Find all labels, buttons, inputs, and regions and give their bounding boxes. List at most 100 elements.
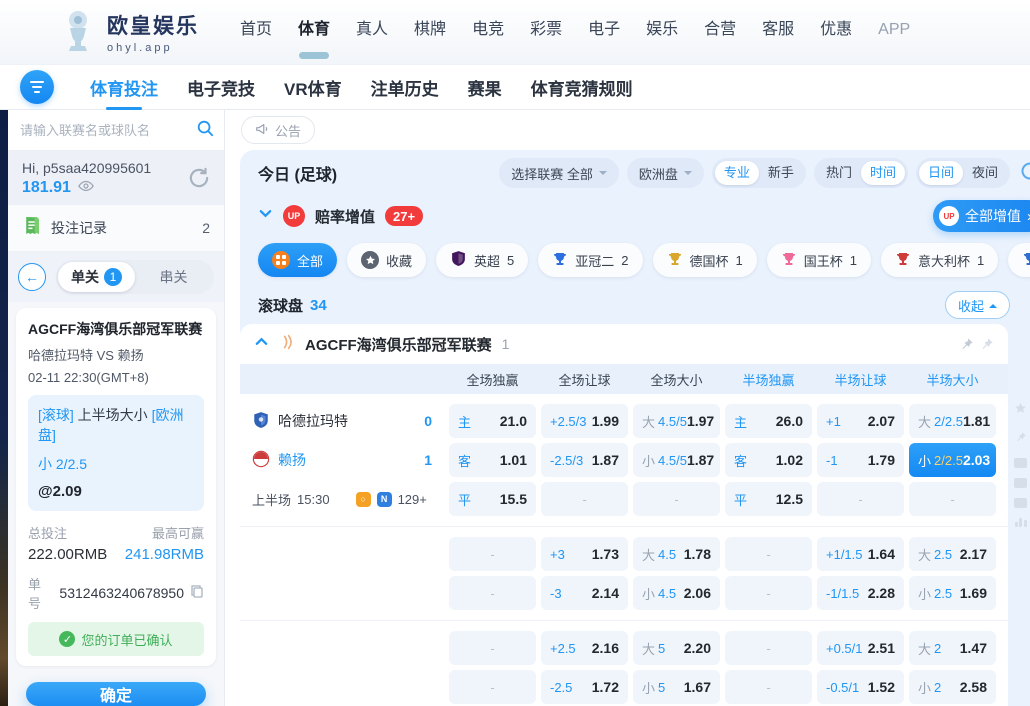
odds-cell-empty[interactable]: - [725,631,812,665]
odds-cell-empty[interactable]: - [909,482,996,516]
odds-type-dropdown[interactable]: 欧洲盘 [627,158,704,188]
odds-cell[interactable]: 小4.5/51.87 [633,443,720,477]
topnav-item-彩票[interactable]: 彩票 [517,0,575,64]
confirm-button[interactable]: 确定 [26,682,206,706]
collapse-button[interactable]: 收起 [945,291,1010,319]
topnav-item-棋牌[interactable]: 棋牌 [401,0,459,64]
odds-cell-empty[interactable]: - [541,482,628,516]
subnav-tab-体育竞猜规则[interactable]: 体育竞猜规则 [531,75,633,100]
topnav-item-客服[interactable]: 客服 [749,0,807,64]
odds-cell[interactable]: 大4.5/51.97 [633,404,720,438]
subnav-tab-注单历史[interactable]: 注单历史 [371,75,439,100]
odds-cell[interactable]: +31.73 [541,537,628,571]
odds-cell[interactable]: 小22.58 [909,670,996,704]
chevron-down-icon[interactable] [258,206,273,226]
odds-cell-empty[interactable]: - [725,537,812,571]
stats-bars-icon[interactable] [1015,518,1027,527]
odds-cell[interactable]: -32.14 [541,576,628,610]
odds-cell[interactable]: 平15.5 [449,482,536,516]
odds-cell[interactable]: 主21.0 [449,404,536,438]
league-chip-收藏[interactable]: 收藏 [347,243,426,277]
copy-icon[interactable] [190,584,204,603]
tab-single-bet[interactable]: 单关 1 [58,262,135,292]
odds-cell[interactable]: 客1.02 [725,443,812,477]
odds-cell-empty[interactable]: - [449,576,536,610]
stat-badge-icon[interactable] [1014,458,1027,468]
odds-cell-empty[interactable]: - [449,537,536,571]
refresh-balance-icon[interactable] [186,165,212,196]
odds-cell[interactable]: 大4.51.78 [633,537,720,571]
odds-cell[interactable]: 客1.01 [449,443,536,477]
odds-cell-empty[interactable]: - [633,482,720,516]
league-chip-全部[interactable]: 全部 [258,243,337,277]
odds-cell[interactable]: +12.07 [817,404,904,438]
all-boosts-button[interactable]: UP 全部增值 › [933,200,1030,232]
tab-parlay-bet[interactable]: 串关 [135,262,212,292]
odds-cell[interactable]: 小2/2.52.03 [909,443,996,477]
odds-cell[interactable]: +0.5/12.51 [817,631,904,665]
league-chip-国王杯[interactable]: 国王杯1 [767,243,871,277]
odds-cell[interactable]: 大2/2.51.81 [909,404,996,438]
subnav-tab-赛果[interactable]: 赛果 [468,75,502,100]
stat-badge-icon[interactable] [1014,498,1027,508]
odds-cell[interactable]: 小51.67 [633,670,720,704]
topnav-item-优惠[interactable]: 优惠 [807,0,865,64]
toggle-option-专业[interactable]: 专业 [715,161,759,185]
subnav-tab-体育投注[interactable]: 体育投注 [90,75,158,100]
odds-cell[interactable]: 小4.52.06 [633,576,720,610]
toggle-option-夜间[interactable]: 夜间 [963,161,1007,185]
toggle-option-新手[interactable]: 新手 [759,161,803,185]
topnav-item-电竞[interactable]: 电竞 [459,0,517,64]
league-chip-亚冠二[interactable]: 亚冠二2 [538,243,642,277]
topnav-item-娱乐[interactable]: 娱乐 [633,0,691,64]
toggle-option-热门[interactable]: 热门 [817,161,861,185]
subnav-tab-电子竞技[interactable]: 电子竞技 [187,75,255,100]
odds-cell[interactable]: 大52.20 [633,631,720,665]
odds-cell[interactable]: -0.5/11.52 [817,670,904,704]
odds-cell-empty[interactable]: - [725,576,812,610]
odds-cell[interactable]: -1/1.52.28 [817,576,904,610]
league-select-dropdown[interactable]: 选择联赛 全部 [499,158,619,188]
odds-cell-empty[interactable]: - [725,670,812,704]
topnav-item-首页[interactable]: 首页 [227,0,285,64]
bet-record-row[interactable]: 投注记录 2 [8,205,224,252]
topnav-item-电子[interactable]: 电子 [575,0,633,64]
odds-cell[interactable]: -11.79 [817,443,904,477]
odds-cell[interactable]: 大2.52.17 [909,537,996,571]
topnav-item-真人[interactable]: 真人 [343,0,401,64]
odds-cell[interactable]: +1/1.51.64 [817,537,904,571]
odds-cell[interactable]: 大21.47 [909,631,996,665]
odds-cell-empty[interactable]: - [449,670,536,704]
topnav-item-体育[interactable]: 体育 [285,0,343,64]
odds-cell[interactable]: +2.52.16 [541,631,628,665]
collapse-section-icon[interactable] [254,334,269,354]
search-input[interactable] [20,123,196,138]
league-chip-巴甲[interactable]: 巴甲5 [1008,243,1030,277]
odds-cell[interactable]: -2.5/31.87 [541,443,628,477]
announcement-pill[interactable]: 公告 [241,116,315,144]
toggle-option-时间[interactable]: 时间 [861,161,905,185]
topnav-item-合营[interactable]: 合营 [691,0,749,64]
pin-icons[interactable] [960,337,994,351]
topnav-item-APP[interactable]: APP [865,0,923,64]
odds-cell-empty[interactable]: - [449,631,536,665]
star-icon[interactable] [1014,402,1027,420]
odds-cell[interactable]: 小2.51.69 [909,576,996,610]
league-chip-英超[interactable]: 英超5 [436,243,528,277]
stat-badge-icon[interactable] [1014,478,1027,488]
odds-cell[interactable]: 平12.5 [725,482,812,516]
toggle-option-日间[interactable]: 日间 [919,161,963,185]
odds-cell[interactable]: -2.51.72 [541,670,628,704]
search-icon[interactable] [196,119,214,142]
subnav-tab-VR体育[interactable]: VR体育 [284,75,342,100]
league-chip-德国杯[interactable]: 德国杯1 [653,243,757,277]
odds-cell-empty[interactable]: - [817,482,904,516]
league-chip-意大利杯[interactable]: 意大利杯1 [881,243,998,277]
back-arrow-button[interactable]: ← [18,263,46,291]
refresh-odds-icon[interactable] [1018,159,1030,188]
odds-cell[interactable]: 主26.0 [725,404,812,438]
filter-menu-button[interactable] [20,70,54,104]
odds-cell[interactable]: +2.5/31.99 [541,404,628,438]
eye-icon[interactable] [78,179,94,197]
brand-logo[interactable]: 欧皇娱乐 ohyl.app [58,8,199,57]
